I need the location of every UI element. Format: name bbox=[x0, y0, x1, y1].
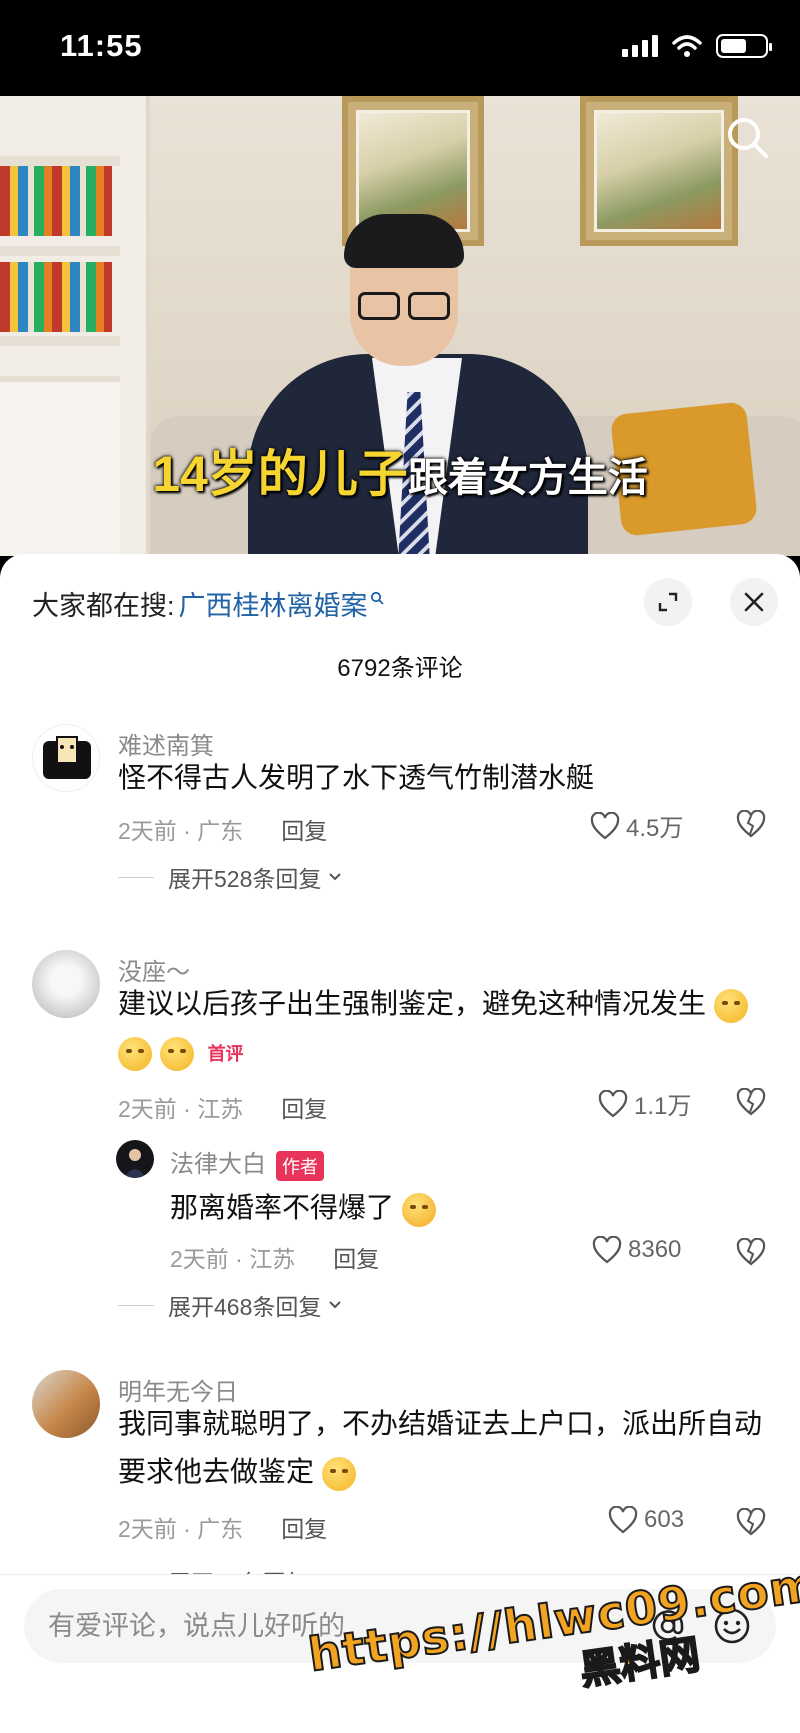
chevron-down-icon bbox=[329, 873, 342, 881]
like-button[interactable]: 4.5万 bbox=[590, 808, 683, 843]
chevron-down-icon bbox=[329, 1301, 342, 1309]
heart-icon bbox=[608, 1506, 638, 1534]
expand-icon bbox=[658, 592, 678, 612]
expand-replies[interactable]: 展开528条回复 bbox=[118, 860, 343, 894]
comment-meta: 2天前 · 广东 回复 bbox=[118, 1516, 328, 1542]
avatar[interactable] bbox=[32, 724, 100, 792]
reply-button[interactable]: 回复 bbox=[333, 1246, 379, 1272]
avatar[interactable] bbox=[116, 1140, 154, 1178]
author-badge: 作者 bbox=[276, 1150, 324, 1181]
expand-button[interactable] bbox=[644, 578, 692, 626]
broken-heart-icon[interactable] bbox=[736, 810, 766, 838]
comment-text: 我同事就聪明了，不办结婚证去上户口，派出所自动 要求他去做鉴定 bbox=[118, 1400, 778, 1496]
search-icon[interactable] bbox=[726, 116, 770, 160]
trending-query-link[interactable]: 广西桂林离婚案 bbox=[179, 584, 384, 623]
like-button[interactable]: 603 bbox=[608, 1506, 684, 1534]
reply-button[interactable]: 回复 bbox=[281, 818, 327, 844]
search-icon bbox=[370, 591, 384, 605]
like-count: 1.1万 bbox=[634, 1093, 692, 1120]
comment-text: 建议以后孩子出生强制鉴定，避免这种情况发生 首评 bbox=[118, 980, 768, 1078]
heart-icon bbox=[598, 1089, 628, 1117]
at-icon bbox=[652, 1610, 684, 1641]
video-player[interactable]: 14岁的儿子跟着女方生活 bbox=[0, 96, 800, 556]
comment-item: 没座～ 建议以后孩子出生强制鉴定，避免这种情况发生 首评 2天前 · 江苏 回复 … bbox=[0, 950, 800, 1370]
signal-icon bbox=[622, 35, 658, 57]
avatar[interactable] bbox=[32, 950, 100, 1018]
like-count: 4.5万 bbox=[626, 815, 684, 842]
smile-emoji-icon bbox=[321, 1456, 356, 1491]
trending-search: 大家都在搜: 广西桂林离婚案 bbox=[32, 584, 384, 623]
emoji-icon bbox=[713, 988, 748, 1023]
painting-right bbox=[580, 96, 738, 246]
comment-text: 那离婚率不得爆了 bbox=[170, 1184, 436, 1232]
comments-sheet: 大家都在搜: 广西桂林离婚案 6792条评论 难述南箕 怪不得古人发明了水下透气… bbox=[0, 554, 800, 1733]
comment-meta: 2天前 · 江苏 回复 bbox=[170, 1246, 380, 1272]
subtitle-highlight: 14岁的儿子 bbox=[152, 446, 408, 502]
status-icons bbox=[622, 34, 772, 58]
wifi-icon bbox=[672, 35, 702, 57]
comment-meta: 2天前 · 广东 回复 bbox=[118, 818, 328, 844]
expand-replies[interactable]: 展开468条回复 bbox=[118, 1288, 343, 1322]
avatar[interactable] bbox=[32, 1370, 100, 1438]
like-button[interactable]: 8360 bbox=[592, 1236, 681, 1264]
emoji-icon bbox=[118, 1036, 152, 1071]
mention-button[interactable] bbox=[648, 1606, 688, 1646]
comment-username[interactable]: 法律大白 作者 bbox=[170, 1144, 324, 1181]
status-bar: 11:55 bbox=[0, 0, 800, 96]
comment-input-bar bbox=[0, 1574, 800, 1733]
heart-icon bbox=[590, 811, 620, 839]
trending-prefix: 大家都在搜: bbox=[32, 591, 175, 621]
comment-count: 6792条评论 bbox=[337, 655, 463, 682]
comment-item: 难述南箕 怪不得古人发明了水下透气竹制潜水艇 2天前 · 广东 回复 4.5万 展… bbox=[0, 724, 800, 914]
emoji-icon bbox=[714, 1608, 750, 1644]
reply-button[interactable]: 回复 bbox=[281, 1096, 327, 1122]
subtitle-rest: 跟着女方生活 bbox=[407, 456, 648, 500]
close-icon bbox=[744, 592, 764, 612]
comment-meta: 2天前 · 江苏 回复 bbox=[118, 1096, 328, 1122]
reply-button[interactable]: 回复 bbox=[281, 1516, 327, 1542]
broken-heart-icon[interactable] bbox=[736, 1238, 766, 1266]
video-subtitle: 14岁的儿子跟着女方生活 bbox=[0, 434, 800, 506]
heart-icon bbox=[592, 1236, 622, 1264]
close-button[interactable] bbox=[730, 578, 778, 626]
like-button[interactable]: 1.1万 bbox=[598, 1086, 691, 1121]
like-count: 8360 bbox=[628, 1236, 682, 1263]
like-count: 603 bbox=[644, 1506, 685, 1533]
crying-emoji-icon bbox=[401, 1192, 436, 1227]
comment-text: 怪不得古人发明了水下透气竹制潜水艇 bbox=[118, 762, 595, 793]
comment-input-pill bbox=[24, 1589, 776, 1663]
broken-heart-icon[interactable] bbox=[736, 1508, 766, 1536]
first-comment-badge: 首评 bbox=[207, 1043, 244, 1064]
status-time: 11:55 bbox=[60, 28, 143, 63]
broken-heart-icon[interactable] bbox=[736, 1088, 766, 1116]
emoji-button[interactable] bbox=[712, 1606, 752, 1646]
battery-icon bbox=[716, 34, 772, 58]
emoji-icon bbox=[159, 1036, 194, 1071]
comment-input[interactable] bbox=[48, 1605, 568, 1647]
